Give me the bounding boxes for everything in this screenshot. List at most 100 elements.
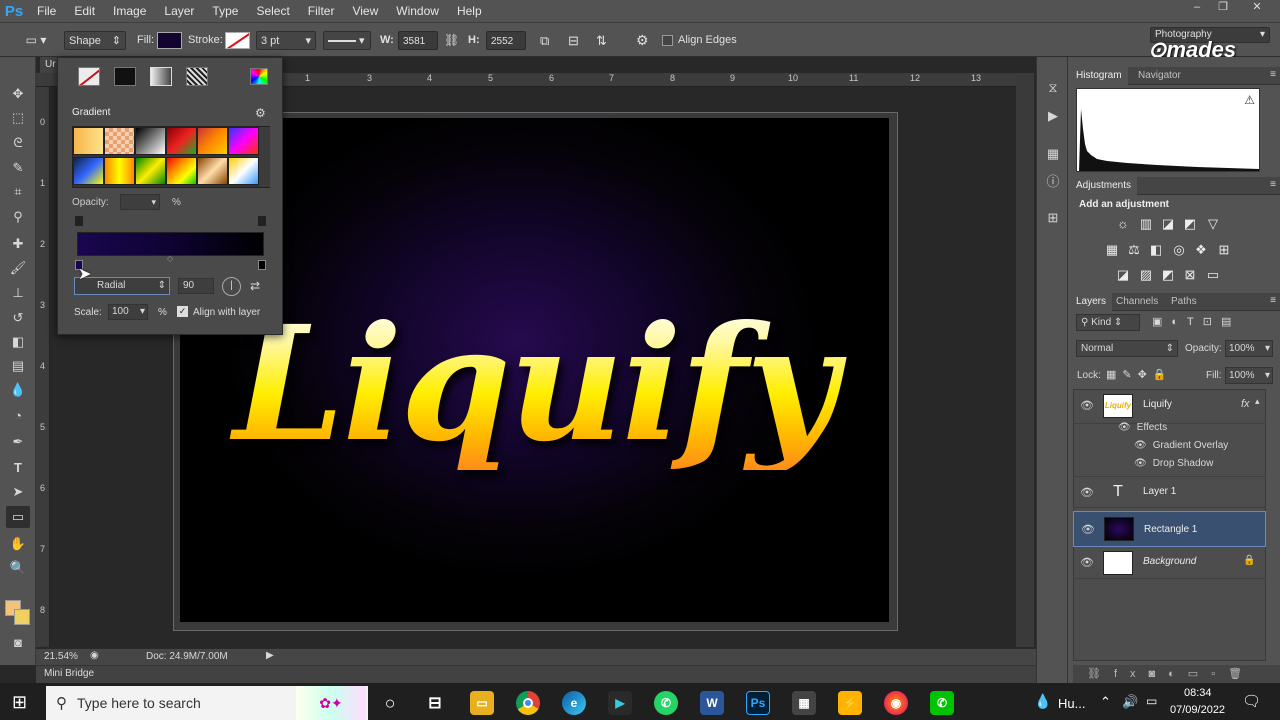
warning-icon[interactable]: ⚠ (1244, 93, 1255, 107)
fill-swatch[interactable] (157, 32, 182, 49)
layers-footer-icons[interactable]: ⛓fx◙◐▭▫🗑 (1073, 665, 1280, 683)
photo-filter-icon[interactable]: ◎ (1170, 241, 1188, 259)
gradient-preset[interactable] (104, 127, 135, 155)
tab-layers[interactable]: Layers (1070, 293, 1113, 311)
link-icon[interactable]: ⛓ (444, 31, 459, 50)
shape-tool-preset-icon[interactable]: ▭ ▾ (18, 31, 54, 50)
status-menu-arrow-icon[interactable]: ▶ (266, 650, 274, 661)
vibrance-icon[interactable]: ▽ (1204, 215, 1222, 233)
gradient-midpoint[interactable]: ◇ (167, 254, 173, 263)
notifications-icon[interactable]: 🗨 (1242, 692, 1261, 710)
layer-row-layer-1[interactable]: 👁 T Layer 1 (1073, 476, 1266, 508)
gradient-fill-button[interactable] (150, 67, 172, 86)
path-selection-tool-icon[interactable]: ➤ (6, 481, 30, 503)
height-field[interactable]: 2552 px (486, 31, 526, 66)
move-tool-icon[interactable]: ✥ (6, 83, 30, 105)
swatches-panel-icon[interactable]: ▦ (1044, 145, 1062, 163)
hand-tool-icon[interactable]: ✋ (6, 533, 30, 555)
opacity-stop-left[interactable] (75, 216, 83, 226)
minimize-button[interactable]: – (1184, 0, 1210, 16)
color-lookup-icon[interactable]: ⊞ (1215, 241, 1233, 259)
solid-fill-button[interactable] (114, 67, 136, 86)
task-view-icon[interactable]: ○ (378, 691, 402, 715)
search-highlight-icon[interactable]: ✿✦ (296, 686, 366, 720)
clock-date[interactable]: 07/09/2022 (1170, 704, 1225, 716)
align-edges-checkbox[interactable] (662, 35, 673, 46)
phone-app-icon[interactable]: ✆ (930, 691, 954, 715)
kinemaster-icon[interactable]: ▶ (608, 691, 632, 715)
eraser-tool-icon[interactable]: ◧ (6, 331, 30, 353)
gradient-preset[interactable] (166, 127, 197, 155)
gradient-opacity-field[interactable]: ▾ (120, 194, 160, 210)
background-color-swatch[interactable] (14, 609, 30, 625)
layer-name[interactable]: Background (1143, 556, 1196, 567)
stroke-type-select[interactable]: ▾ (323, 31, 371, 50)
path-operations-icon[interactable]: ⧉ (540, 31, 549, 50)
color-balance-icon[interactable]: ⚖ (1125, 241, 1143, 259)
effect-eye-icon[interactable]: 👁 (1134, 440, 1147, 451)
align-with-layer-checkbox[interactable]: ✓ (177, 306, 188, 317)
gradient-preset[interactable] (73, 157, 104, 185)
quick-mask-icon[interactable]: ◙ (6, 631, 30, 653)
gradient-preset[interactable] (135, 127, 166, 155)
gradient-preset[interactable] (104, 157, 135, 185)
restore-button[interactable]: ❐ (1210, 0, 1236, 16)
clone-stamp-tool-icon[interactable]: ⊥ (6, 282, 30, 304)
app-icon[interactable]: ⚡ (838, 691, 862, 715)
levels-icon[interactable]: ▥ (1137, 215, 1155, 233)
gradient-preset[interactable] (73, 127, 104, 155)
gradient-preset[interactable] (228, 157, 259, 185)
quick-select-tool-icon[interactable]: ✎ (6, 157, 30, 179)
layer-row-liquify[interactable]: 👁 Liquify Liquify fx ▴ (1073, 390, 1266, 424)
menu-file[interactable]: File (28, 0, 65, 22)
gradient-preset[interactable] (135, 157, 166, 185)
color-picker-icon[interactable] (250, 68, 268, 85)
curves-icon[interactable]: ◪ (1159, 215, 1177, 233)
blend-mode-select[interactable]: Normal ⇕ (1076, 340, 1178, 357)
liquify-text-layer[interactable]: Liquify (180, 300, 889, 470)
layer-name[interactable]: Rectangle 1 (1144, 524, 1197, 535)
fx-icon[interactable]: fx (1241, 398, 1250, 410)
tab-paths[interactable]: Paths (1165, 293, 1203, 311)
black-white-icon[interactable]: ◧ (1147, 241, 1165, 259)
pattern-fill-button[interactable] (186, 67, 208, 86)
path-arrangement-icon[interactable]: ⇅ (596, 31, 607, 50)
word-icon[interactable]: W (700, 691, 724, 715)
whatsapp-icon[interactable]: ✆ (654, 691, 678, 715)
clock-time[interactable]: 08:34 (1184, 687, 1212, 699)
calculator-icon[interactable]: ▦ (792, 691, 816, 715)
scale-field[interactable]: 100 ▾ (108, 304, 148, 320)
gear-icon[interactable]: ⚙ (636, 31, 649, 50)
eyedropper-tool-icon[interactable]: ⚲ (6, 206, 30, 228)
layer-row-rectangle-1[interactable]: 👁 Rectangle 1 (1073, 511, 1266, 547)
collapse-effects-icon[interactable]: ▴ (1255, 396, 1260, 407)
tab-navigator[interactable]: Navigator (1132, 67, 1187, 85)
system-tray-chevron-icon[interactable]: ⌃ (1100, 694, 1111, 710)
mini-bridge-tab[interactable]: Mini Bridge (44, 668, 94, 679)
weather-text[interactable]: Hu... (1058, 696, 1085, 711)
windows-start-icon[interactable]: ⊞ (12, 692, 27, 713)
threshold-icon[interactable]: ◩ (1159, 266, 1177, 284)
invert-icon[interactable]: ◪ (1114, 266, 1132, 284)
color-stop-right[interactable] (258, 260, 266, 270)
effects-eye-icon[interactable]: 👁 (1118, 422, 1131, 433)
layer-row-background[interactable]: 👁 Background 🔒 (1073, 547, 1266, 579)
actions-play-icon[interactable]: ▶ (1044, 107, 1062, 125)
effect-gradient-overlay-row[interactable]: 👁 Gradient Overlay (1134, 440, 1228, 451)
crop-tool-icon[interactable]: ⌗ (6, 181, 30, 203)
blur-tool-icon[interactable]: 💧 (6, 379, 30, 401)
menu-type[interactable]: Type (203, 0, 247, 22)
menu-layer[interactable]: Layer (155, 0, 203, 22)
opacity-stop-right[interactable] (258, 216, 266, 226)
zoom-tool-icon[interactable]: 🔍 (6, 557, 30, 579)
menu-window[interactable]: Window (387, 0, 448, 22)
visibility-eye-icon[interactable]: 👁 (1080, 486, 1094, 499)
hue-saturation-icon[interactable]: ▦ (1103, 241, 1121, 259)
history-panel-icon[interactable]: ⧖ (1044, 79, 1062, 97)
visibility-eye-icon[interactable]: 👁 (1080, 399, 1094, 412)
lock-icons[interactable]: ▦✎✥🔒 (1106, 368, 1173, 381)
gradient-angle-field[interactable]: 90 (178, 278, 214, 294)
panel-menu-icon[interactable]: ≡ (1270, 179, 1276, 190)
no-fill-button[interactable] (78, 67, 100, 86)
effects-row[interactable]: 👁 Effects (1118, 422, 1167, 433)
